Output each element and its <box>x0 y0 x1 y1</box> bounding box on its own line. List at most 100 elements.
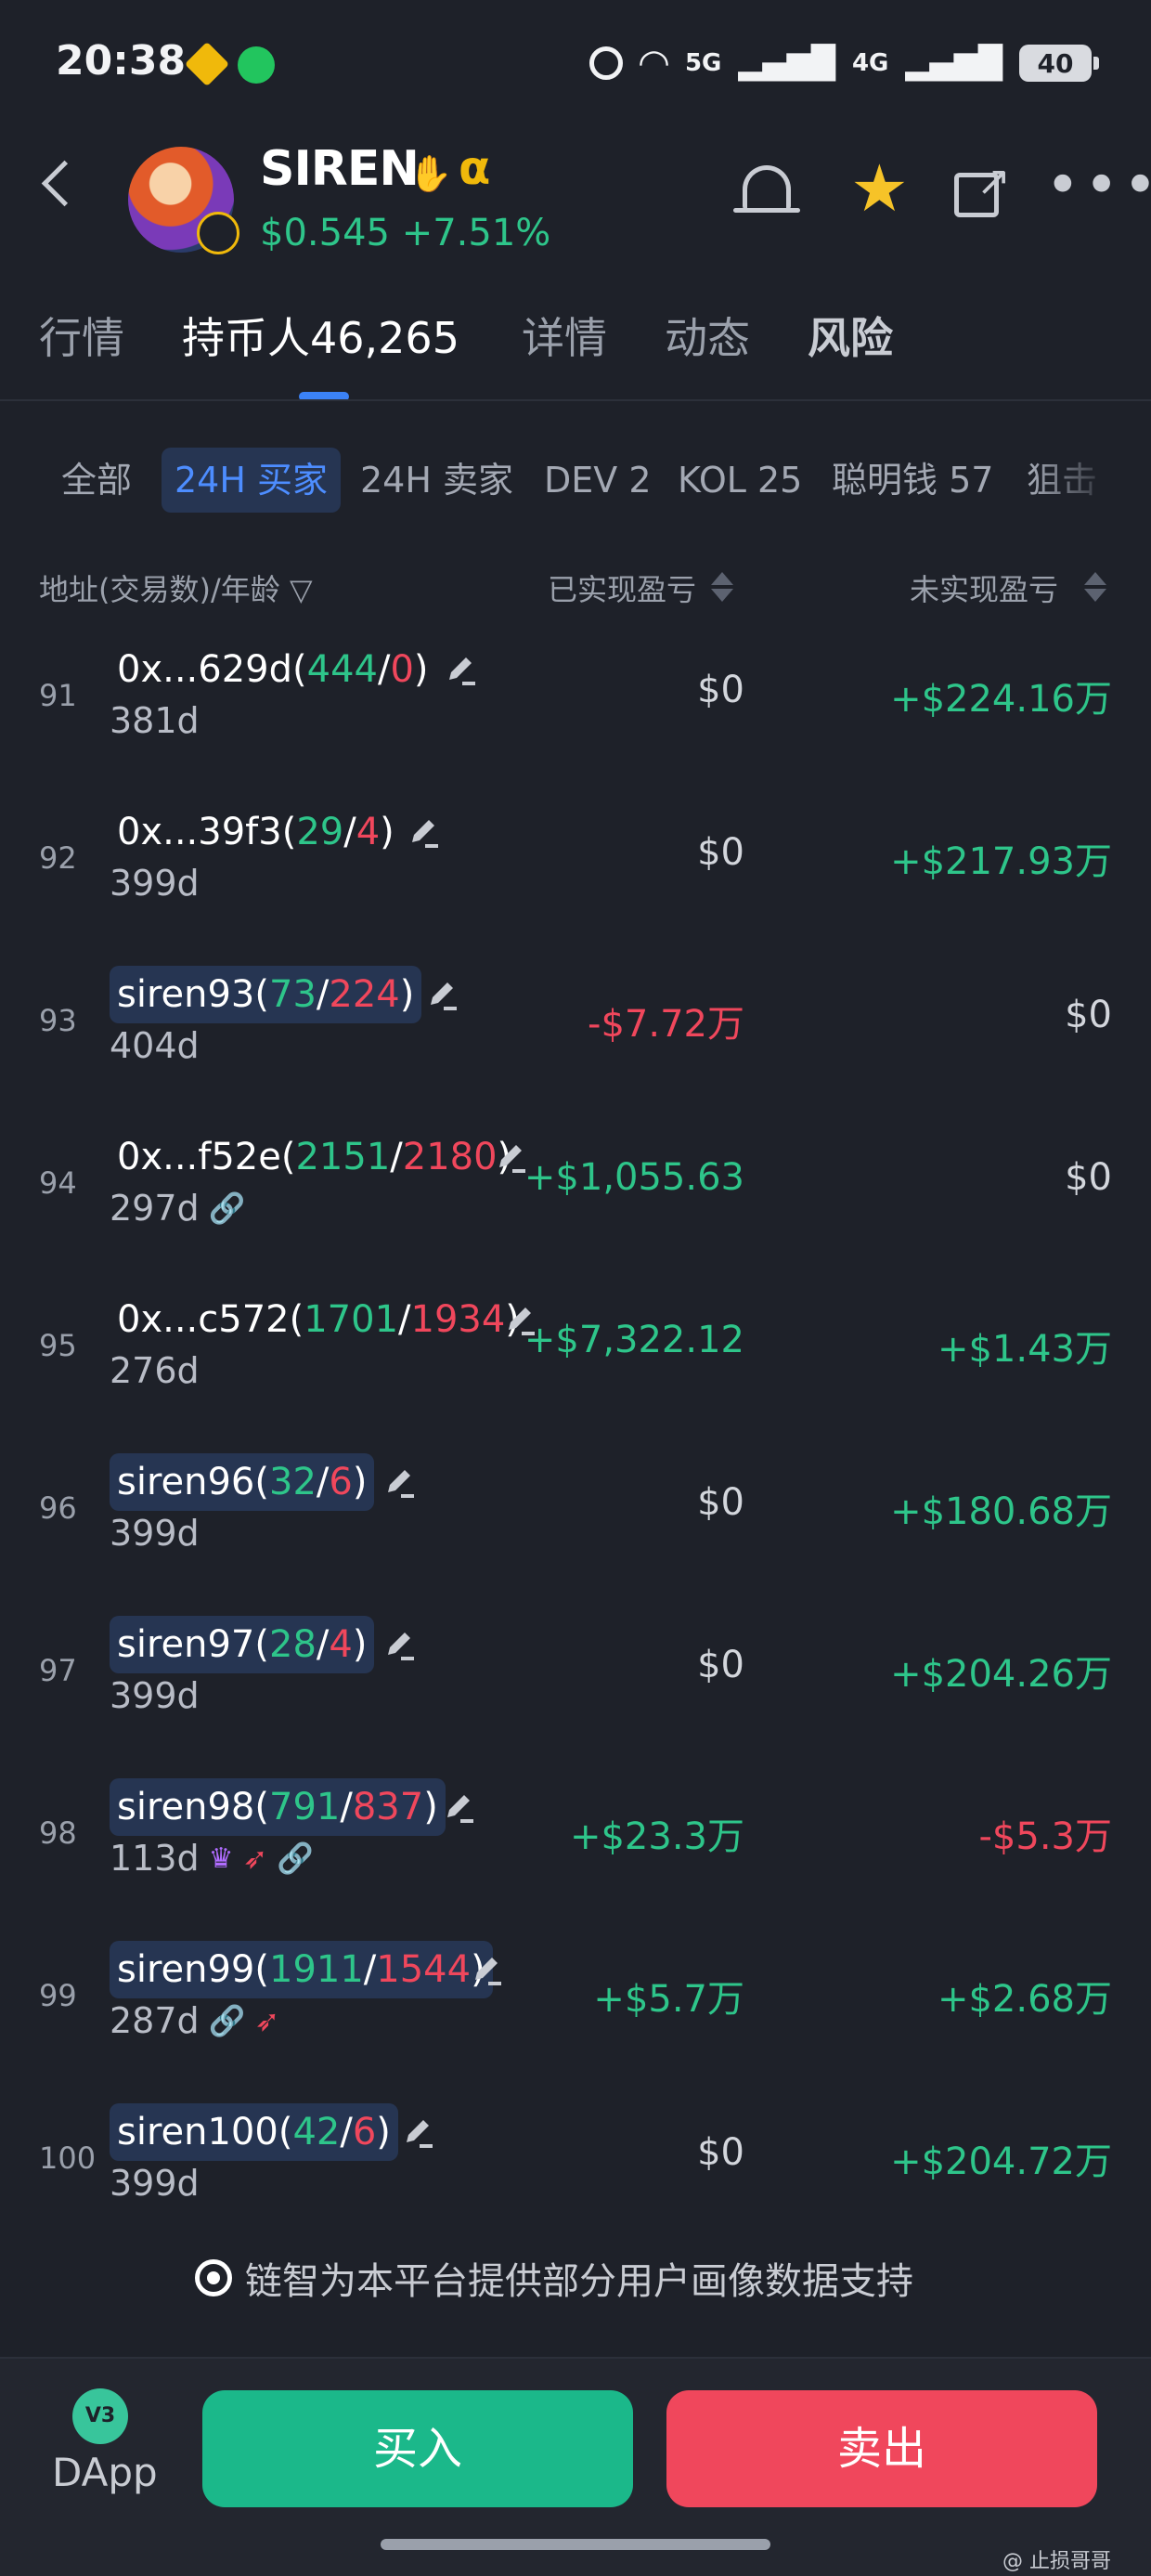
column-realized[interactable]: 已实现盈亏 <box>548 566 696 609</box>
holder-address[interactable]: 0x...629d(444/0) <box>110 641 436 698</box>
holder-age: 399d <box>110 1675 200 1716</box>
holder-address[interactable]: siren96(32/6) <box>110 1453 375 1511</box>
alarm-icon <box>589 46 624 80</box>
tab-activity[interactable]: 动态 <box>665 305 750 366</box>
crown-icon: ♛ <box>208 1841 234 1875</box>
paren-open: ( <box>254 1948 269 1991</box>
dapp-label[interactable]: DApp <box>52 2450 158 2495</box>
filter-24h-sellers[interactable]: 24H 卖家 <box>347 448 526 513</box>
age-text: 297d <box>110 1188 200 1229</box>
holder-address[interactable]: 0x...f52e(2151/2180) <box>110 1128 519 1186</box>
filter-all[interactable]: 全部 <box>48 448 145 513</box>
realized-pnl: +$5.7万 <box>593 1978 744 2021</box>
buy-count: 2151 <box>295 1136 391 1178</box>
age-text: 287d <box>110 2000 200 2041</box>
edit-icon[interactable] <box>381 1464 418 1502</box>
slash: / <box>390 1136 403 1178</box>
column-unrealized[interactable]: 未实现盈亏 <box>910 566 1058 609</box>
buy-button[interactable]: 买入 <box>202 2390 633 2507</box>
holder-age: 399d <box>110 2163 200 2204</box>
unrealized-pnl: -$5.3万 <box>978 1815 1113 1858</box>
holder-rank: 100 <box>39 2140 97 2176</box>
holder-address[interactable]: 0x...c572(1701/1934) <box>110 1291 527 1348</box>
sell-count: 6 <box>329 1461 353 1503</box>
holder-row[interactable]: 91 0x...629d(444/0) 381d $0 +$224.16万 <box>0 641 1151 803</box>
age-text: 113d <box>110 1838 200 1879</box>
sort-realized-icon[interactable] <box>711 572 733 602</box>
holder-address[interactable]: siren100(42/6) <box>110 2103 398 2161</box>
buy-count: 32 <box>269 1461 317 1503</box>
price-change: +7.51% <box>401 212 551 254</box>
tab-market[interactable]: 行情 <box>39 305 124 366</box>
edit-icon[interactable] <box>399 2114 436 2152</box>
holder-rank: 96 <box>39 1490 77 1526</box>
slash: / <box>316 1623 330 1666</box>
filter-dev[interactable]: DEV 2 <box>531 448 665 513</box>
sort-unrealized-icon[interactable] <box>1084 572 1106 602</box>
holder-row[interactable]: 99 siren99(1911/1544) 287d 🔗 ➶ +$5.7万 +$2.68万 <box>0 1941 1151 2103</box>
holder-address[interactable]: 0x...39f3(29/4) <box>110 803 402 861</box>
holder-rank: 91 <box>39 678 77 713</box>
holder-row[interactable]: 92 0x...39f3(29/4) 399d $0 +$217.93万 <box>0 803 1151 966</box>
more-icon[interactable]: ••• <box>1045 156 1151 215</box>
holder-row[interactable]: 93 siren93(73/224) 404d -$7.72万 $0 <box>0 966 1151 1128</box>
address-text: siren97 <box>117 1623 255 1666</box>
address-text: siren96 <box>117 1461 255 1503</box>
bell-icon[interactable] <box>743 165 791 210</box>
holder-row[interactable]: 95 0x...c572(1701/1934) 276d +$7,322.12 +$1.… <box>0 1291 1151 1453</box>
token-price: $0.545 +7.51% <box>260 212 550 254</box>
edit-icon[interactable] <box>442 652 479 689</box>
holder-row[interactable]: 97 siren97(28/4) 399d $0 +$204.26万 <box>0 1616 1151 1778</box>
favorite-star-icon[interactable]: ★ <box>850 156 909 221</box>
paren-open: ( <box>254 1623 269 1666</box>
back-icon[interactable] <box>41 160 88 207</box>
holder-address[interactable]: siren99(1911/1544) <box>110 1941 493 1998</box>
column-realized-label: 已实现盈亏 <box>548 572 697 607</box>
status-icons: ◠ 5G ▂▄▆█ 4G ▂▄▆█ 40 <box>589 37 1099 89</box>
paren-open: ( <box>289 1298 304 1341</box>
filter-smart-money[interactable]: 聪明钱 57 <box>819 448 1006 513</box>
link-icon: 🔗 <box>277 1841 315 1876</box>
dapp-icon[interactable]: V3 <box>72 2388 128 2444</box>
slash: / <box>340 1786 353 1828</box>
edit-icon[interactable] <box>423 977 460 1014</box>
holder-row[interactable]: 100 siren100(42/6) 399d $0 +$204.72万 <box>0 2103 1151 2266</box>
sell-count: 6 <box>352 2111 377 2153</box>
buy-count: 29 <box>296 811 344 853</box>
edit-icon[interactable] <box>440 1789 477 1827</box>
tab-details[interactable]: 详情 <box>522 305 607 366</box>
realized-pnl: $0 <box>697 1481 744 1524</box>
edit-icon[interactable] <box>468 1952 505 1989</box>
holder-age: 297d 🔗 <box>110 1188 246 1229</box>
status-time: 20:38 <box>56 37 187 85</box>
buy-count: 791 <box>269 1786 341 1828</box>
edit-icon[interactable] <box>405 814 442 852</box>
age-text: 404d <box>110 1025 200 1066</box>
age-text: 399d <box>110 863 200 904</box>
holder-address[interactable]: siren98(791/837) <box>110 1778 446 1836</box>
unrealized-pnl: +$2.68万 <box>937 1978 1112 2021</box>
divider <box>0 399 1151 401</box>
edit-icon[interactable] <box>381 1627 418 1664</box>
filter-kol[interactable]: KOL 25 <box>665 448 815 513</box>
unrealized-pnl: +$217.93万 <box>890 840 1112 883</box>
holder-row[interactable]: 98 siren98(791/837) 113d ♛ ➶ 🔗 +$23.3万 -$5.3万 <box>0 1778 1151 1941</box>
home-indicator[interactable] <box>381 2539 770 2550</box>
holder-age: 113d ♛ ➶ 🔗 <box>110 1838 314 1879</box>
realized-pnl: $0 <box>697 669 744 711</box>
sell-button[interactable]: 卖出 <box>666 2390 1097 2507</box>
sell-count: 4 <box>356 811 381 853</box>
share-arrow-icon: ↗ <box>976 158 1011 205</box>
tab-risk[interactable]: 风险 <box>808 305 893 366</box>
holder-address[interactable]: siren93(73/224) <box>110 966 422 1023</box>
holder-row[interactable]: 96 siren96(32/6) 399d $0 +$180.68万 <box>0 1453 1151 1616</box>
signal-5g-label: 5G <box>684 49 722 77</box>
signal-4g-label: 4G <box>851 49 889 77</box>
column-address[interactable]: 地址(交易数)/年龄 ▽ <box>39 566 313 609</box>
holder-address[interactable]: siren97(28/4) <box>110 1616 375 1673</box>
tab-holders[interactable]: 持币人46,265 <box>182 305 459 366</box>
unrealized-pnl: +$224.16万 <box>890 678 1112 721</box>
filter-24h-buyers[interactable]: 24H 买家 <box>162 448 342 513</box>
holder-row[interactable]: 94 0x...f52e(2151/2180)297d🔗 +$1,055.63 $0 <box>0 1128 1151 1291</box>
paren-close: ) <box>380 811 394 853</box>
